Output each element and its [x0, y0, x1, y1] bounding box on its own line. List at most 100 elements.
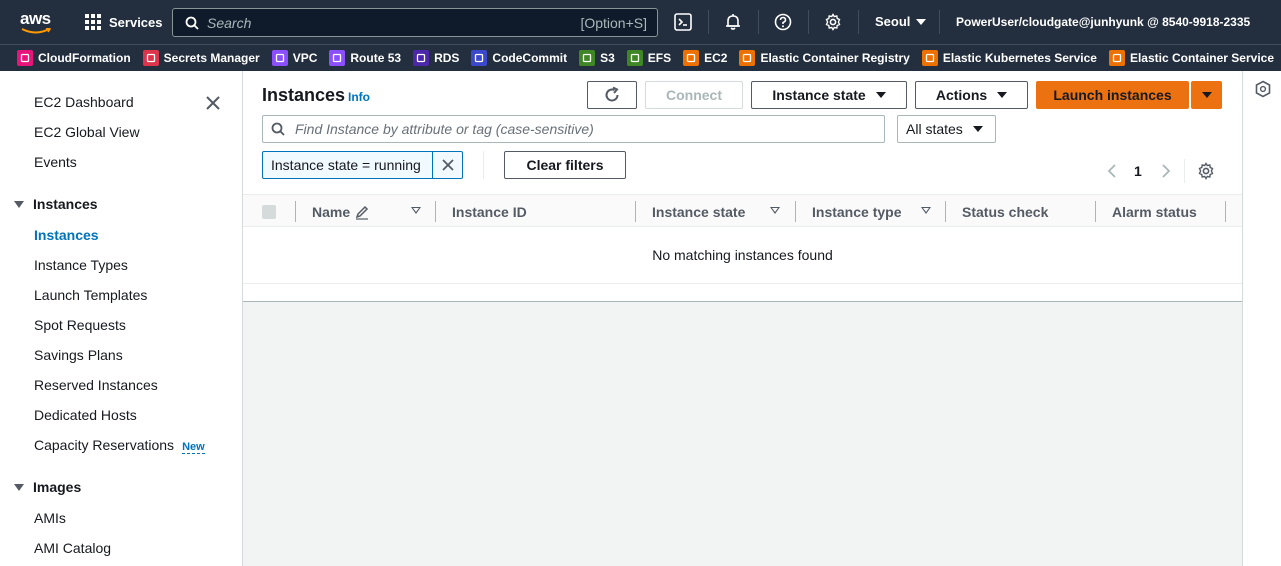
- search-input[interactable]: [207, 14, 581, 31]
- cloudshell-icon[interactable]: [673, 12, 693, 32]
- sidebar: EC2 Dashboard EC2 Global View Events Ins…: [0, 71, 243, 566]
- sidebar-item-savings-plans[interactable]: Savings Plans: [34, 347, 123, 363]
- services-menu[interactable]: Services: [85, 12, 163, 32]
- connect-button[interactable]: Connect: [645, 81, 743, 109]
- sidebar-item-ami-catalog[interactable]: AMI Catalog: [34, 540, 111, 556]
- new-badge: New: [182, 441, 205, 454]
- column-header-instance-type[interactable]: Instance type: [812, 195, 901, 228]
- sidebar-item-dedicated-hosts[interactable]: Dedicated Hosts: [34, 407, 137, 423]
- sidebar-item-capacity-reservations[interactable]: Capacity Reservations New: [34, 437, 205, 454]
- remove-filter-button[interactable]: [432, 152, 462, 178]
- select-all-checkbox[interactable]: [262, 205, 276, 219]
- chevron-left-icon[interactable]: [1106, 163, 1118, 179]
- sort-icon[interactable]: [411, 207, 421, 214]
- favorite-codecommit[interactable]: CodeCommit: [471, 50, 567, 66]
- favorites-bar: CloudFormation Secrets Manager VPC Route 53…: [0, 44, 1281, 71]
- favorite-efs[interactable]: EFS: [626, 50, 671, 66]
- column-divider: [1225, 201, 1226, 222]
- global-search[interactable]: [Option+S]: [172, 8, 658, 37]
- launch-instances-button[interactable]: Launch instances: [1036, 81, 1189, 109]
- sidebar-item-amis[interactable]: AMIs: [34, 510, 66, 526]
- sidebar-item-instance-types[interactable]: Instance Types: [34, 257, 128, 273]
- sidebar-item-instances[interactable]: Instances: [34, 227, 99, 243]
- sidebar-item-ec2-global-view[interactable]: EC2 Global View: [34, 124, 140, 140]
- favorite-label: RDS: [434, 51, 460, 65]
- favorite-elastic-container-registry[interactable]: Elastic Container Registry: [739, 50, 910, 66]
- instance-state-button[interactable]: Instance state: [751, 81, 907, 109]
- actions-label: Actions: [935, 87, 988, 103]
- actions-button[interactable]: Actions: [915, 81, 1028, 109]
- column-label: Name: [312, 203, 351, 220]
- column-header-alarm-status[interactable]: Alarm status: [1112, 195, 1197, 228]
- page-title: Instances: [262, 85, 346, 105]
- info-link[interactable]: Info: [348, 90, 370, 104]
- service-icon: [921, 50, 938, 66]
- empty-state-message: No matching instances found: [243, 227, 1242, 284]
- caret-down-icon: [997, 92, 1008, 98]
- states-select[interactable]: All states: [897, 115, 996, 143]
- launch-instances-dropdown[interactable]: [1191, 81, 1222, 109]
- region-selector[interactable]: Seoul: [875, 14, 927, 29]
- help-icon[interactable]: [773, 12, 793, 32]
- favorite-route-53[interactable]: Route 53: [329, 50, 401, 66]
- column-header-status-check[interactable]: Status check: [962, 195, 1048, 228]
- favorite-s3[interactable]: S3: [579, 50, 615, 66]
- chevron-right-icon[interactable]: [1160, 163, 1172, 179]
- column-header-instance-id[interactable]: Instance ID: [452, 195, 527, 228]
- favorite-ec2[interactable]: EC2: [683, 50, 727, 66]
- aws-logo[interactable]: aws: [20, 9, 54, 35]
- service-icon: [683, 50, 700, 66]
- sort-icon[interactable]: [921, 207, 931, 214]
- close-icon[interactable]: [205, 95, 221, 111]
- settings-gear-icon[interactable]: [823, 12, 843, 32]
- column-header-name[interactable]: Name: [312, 195, 370, 228]
- topbar-divider: [708, 10, 709, 34]
- divider: [483, 151, 484, 179]
- sort-icon[interactable]: [770, 207, 780, 214]
- sidebar-section-instances[interactable]: Instances: [14, 196, 98, 212]
- services-label: Services: [109, 14, 163, 30]
- clear-filters-button[interactable]: Clear filters: [504, 151, 626, 179]
- section-title: Instances: [33, 196, 98, 212]
- favorite-label: VPC: [292, 51, 318, 65]
- column-header-instance-state[interactable]: Instance state: [652, 195, 745, 228]
- service-icon: [579, 50, 596, 66]
- favorite-elastic-kubernetes-service[interactable]: Elastic Kubernetes Service: [921, 50, 1097, 66]
- close-icon: [441, 159, 454, 171]
- account-menu[interactable]: PowerUser/cloudgate@junhyunk @ 8540-9918…: [956, 15, 1250, 29]
- column-divider: [635, 201, 636, 222]
- instance-filter-search[interactable]: [262, 115, 885, 143]
- services-grid-icon: [85, 14, 101, 30]
- refresh-button[interactable]: [587, 81, 637, 109]
- favorite-label: Elastic Kubernetes Service: [942, 51, 1097, 65]
- topbar-divider: [808, 10, 809, 34]
- instances-panel: Instances Info Connect Instance state Ac…: [243, 71, 1242, 302]
- section-title: Images: [33, 479, 82, 495]
- filter-token: Instance state = running: [262, 151, 463, 179]
- search-icon: [271, 122, 285, 136]
- pagination: 1: [1106, 159, 1215, 183]
- sidebar-item-launch-templates[interactable]: Launch Templates: [34, 287, 147, 303]
- favorite-secrets-manager[interactable]: Secrets Manager: [142, 50, 260, 66]
- help-panel-icon[interactable]: [1254, 80, 1272, 98]
- sidebar-item-spot-requests[interactable]: Spot Requests: [34, 317, 126, 333]
- favorite-rds[interactable]: RDS: [413, 50, 459, 66]
- sidebar-item-reserved-instances[interactable]: Reserved Instances: [34, 377, 158, 393]
- favorite-elastic-container-service[interactable]: Elastic Container Service: [1108, 50, 1274, 66]
- table-preferences-gear-icon[interactable]: [1197, 162, 1215, 180]
- sidebar-item-label: Capacity Reservations: [34, 437, 175, 453]
- page-number[interactable]: 1: [1134, 163, 1142, 179]
- instance-filter-input[interactable]: [295, 121, 884, 137]
- table-header: Name Instance ID Instance state Instance…: [243, 194, 1242, 227]
- top-navigation-bar: aws Services [Option+S]: [0, 0, 1281, 44]
- sidebar-section-images[interactable]: Images: [14, 479, 81, 495]
- aws-logo-text: aws: [20, 9, 51, 28]
- sidebar-item-ec2-dashboard[interactable]: EC2 Dashboard: [34, 94, 134, 110]
- bell-icon[interactable]: [723, 12, 743, 32]
- filter-token-label: Instance state = running: [271, 157, 421, 173]
- service-icon: [142, 50, 159, 66]
- favorite-vpc[interactable]: VPC: [271, 50, 318, 66]
- caret-down-icon: [14, 200, 24, 208]
- sidebar-item-events[interactable]: Events: [34, 154, 77, 170]
- favorite-cloudformation[interactable]: CloudFormation: [17, 50, 131, 66]
